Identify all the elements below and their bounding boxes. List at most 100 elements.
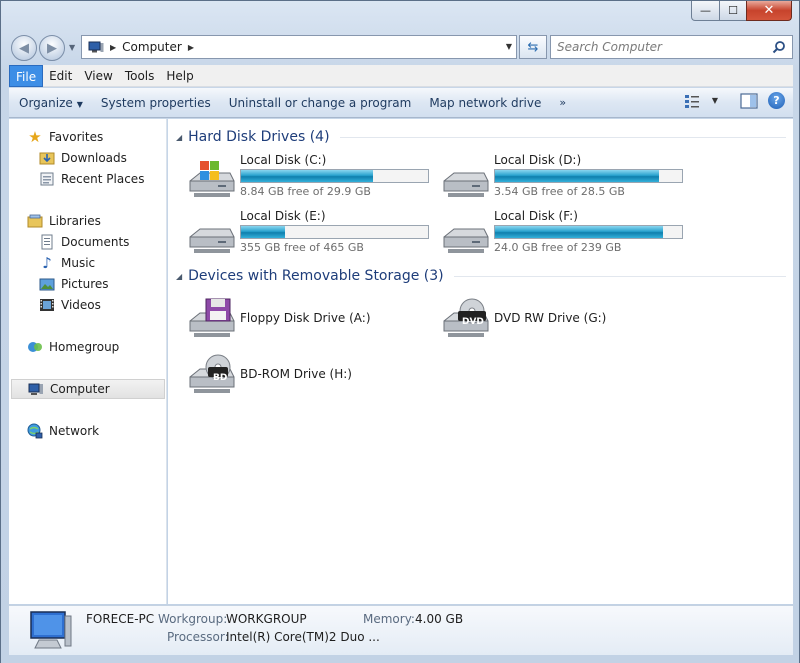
bluray-drive-icon: [189, 354, 235, 393]
drive-usage-fill: [241, 170, 373, 182]
more-commands-button[interactable]: »: [550, 88, 574, 118]
drive-name: Local Disk (D:): [494, 153, 582, 167]
command-bar: Organize ▼ System properties Uninstall or…: [9, 88, 793, 118]
collapse-triangle-icon[interactable]: ◢: [176, 272, 182, 281]
close-button[interactable]: ✕: [746, 1, 792, 21]
processor-value: Intel(R) Core(TM)2 Duo ...: [226, 630, 380, 644]
memory-value: 4.00 GB: [415, 612, 464, 626]
drive-free-space: 24.0 GB free of 239 GB: [494, 241, 622, 254]
memory-label: Memory:: [363, 612, 415, 626]
change-view-icon[interactable]: [684, 93, 702, 109]
group-header-removable-storage[interactable]: ◢ Devices with Removable Storage (3): [176, 266, 786, 286]
address-bar[interactable]: ▶ Computer ▶ ▼: [81, 35, 517, 59]
processor-label: Processor:: [167, 630, 229, 644]
group-title: Devices with Removable Storage (3): [188, 268, 444, 284]
maximize-button[interactable]: ☐: [719, 1, 747, 21]
recent-places-icon: [40, 172, 54, 186]
videos-icon: [40, 299, 54, 311]
drive-name: Floppy Disk Drive (A:): [240, 311, 371, 325]
drive-floppy-a[interactable]: Floppy Disk Drive (A:): [186, 293, 436, 345]
music-note-icon: ♪: [42, 254, 52, 272]
drive-usage-fill: [241, 226, 286, 238]
uninstall-program-button[interactable]: Uninstall or change a program: [220, 88, 421, 118]
details-pane: FORECE-PC Workgroup: WORKGROUP Memory: 4…: [9, 605, 793, 655]
nav-recent-places[interactable]: Recent Places: [9, 169, 166, 189]
drive-c[interactable]: Local Disk (C:) 8.84 GB free of 29.9 GB: [186, 153, 436, 205]
menu-tools[interactable]: Tools: [119, 65, 161, 87]
minimize-icon: —: [700, 4, 711, 17]
drive-usage-bar: [240, 225, 429, 239]
map-network-drive-button[interactable]: Map network drive: [420, 88, 550, 118]
drive-name: Local Disk (E:): [240, 209, 326, 223]
nav-music[interactable]: ♪ Music: [9, 253, 166, 273]
nav-label: Libraries: [49, 214, 101, 228]
nav-label: Pictures: [61, 277, 109, 291]
back-button[interactable]: ◀: [11, 35, 37, 61]
drive-dvd-g[interactable]: DVD DVD RW Drive (G:): [440, 293, 690, 345]
breadcrumb-computer[interactable]: Computer: [122, 40, 182, 54]
drive-usage-bar: [494, 225, 683, 239]
floppy-drive-icon: [189, 298, 235, 337]
breadcrumb-separator-icon[interactable]: ▶: [188, 43, 194, 52]
nav-homegroup[interactable]: Homegroup: [9, 337, 166, 357]
system-properties-button[interactable]: System properties: [92, 88, 220, 118]
drive-free-space: 355 GB free of 465 GB: [240, 241, 364, 254]
search-icon[interactable]: [772, 40, 786, 54]
nav-libraries[interactable]: Libraries: [9, 211, 166, 231]
nav-favorites[interactable]: ★ Favorites: [9, 127, 166, 147]
nav-videos[interactable]: Videos: [9, 295, 166, 315]
star-icon: ★: [28, 128, 42, 146]
close-icon: ✕: [763, 3, 775, 18]
computer-icon: [30, 611, 72, 649]
organize-button[interactable]: Organize ▼: [9, 88, 92, 118]
collapse-triangle-icon[interactable]: ◢: [176, 133, 182, 142]
help-button[interactable]: ?: [768, 92, 785, 109]
bd-badge: BD: [213, 373, 228, 383]
drive-e[interactable]: Local Disk (E:) 355 GB free of 465 GB: [186, 209, 436, 261]
computer-icon: [88, 41, 104, 53]
drive-d[interactable]: Local Disk (D:) 3.54 GB free of 28.5 GB: [440, 153, 690, 205]
menu-edit[interactable]: Edit: [43, 65, 78, 87]
downloads-folder-icon: [39, 152, 55, 165]
search-box[interactable]: [550, 35, 793, 59]
question-icon: ?: [773, 94, 780, 107]
drive-usage-bar: [494, 169, 683, 183]
nav-downloads[interactable]: Downloads: [9, 148, 166, 168]
preview-pane-icon[interactable]: [740, 92, 758, 109]
drive-name: BD-ROM Drive (H:): [240, 367, 352, 381]
navigation-pane: ★ Favorites Downloads Recent Places Libr…: [9, 119, 167, 604]
drive-usage-fill: [495, 226, 664, 238]
computer-name: FORECE-PC: [86, 612, 155, 626]
pictures-icon: [39, 278, 55, 291]
group-header-hard-disk-drives[interactable]: ◢ Hard Disk Drives (4): [176, 127, 786, 147]
search-input[interactable]: [551, 36, 761, 58]
view-tools: ▼ ?: [684, 92, 785, 109]
nav-pictures[interactable]: Pictures: [9, 274, 166, 294]
drive-bd-h[interactable]: BD BD-ROM Drive (H:): [186, 349, 436, 401]
nav-documents[interactable]: Documents: [9, 232, 166, 252]
menu-file[interactable]: File: [9, 65, 44, 87]
drive-f[interactable]: Local Disk (F:) 24.0 GB free of 239 GB: [440, 209, 690, 261]
hard-drive-icon: [443, 228, 489, 253]
hard-drive-icon: [189, 228, 235, 253]
drive-name: Local Disk (C:): [240, 153, 327, 167]
documents-icon: [41, 234, 53, 250]
nav-computer[interactable]: Computer: [11, 379, 165, 399]
breadcrumb-separator-icon[interactable]: ▶: [110, 43, 116, 52]
minimize-button[interactable]: —: [691, 1, 720, 21]
drive-usage-bar: [240, 169, 429, 183]
address-dropdown-icon[interactable]: ▼: [506, 42, 512, 51]
drive-name: Local Disk (F:): [494, 209, 578, 223]
view-dropdown-icon[interactable]: ▼: [712, 96, 718, 105]
workgroup-value: WORKGROUP: [226, 612, 307, 626]
menu-view[interactable]: View: [78, 65, 118, 87]
group-divider: [453, 275, 786, 277]
refresh-button[interactable]: ⇆: [519, 35, 547, 59]
maximize-icon: ☐: [728, 4, 738, 17]
recent-pages-dropdown[interactable]: ▼: [69, 43, 75, 52]
arrow-left-icon: ◀: [19, 40, 29, 56]
forward-button[interactable]: ▶: [39, 35, 65, 61]
nav-network[interactable]: Network: [9, 421, 166, 441]
menu-help[interactable]: Help: [160, 65, 199, 87]
arrow-right-icon: ▶: [47, 40, 57, 56]
